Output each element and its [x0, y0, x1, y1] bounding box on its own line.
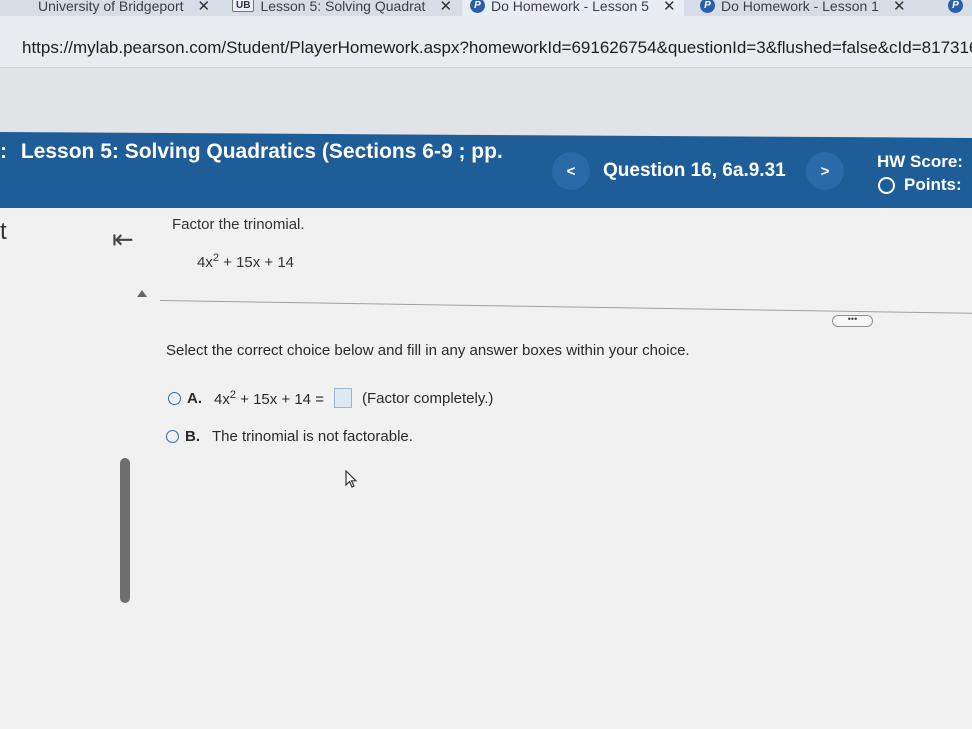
- browser-tab-5[interactable]: P: [948, 0, 963, 16]
- problem-prompt: Factor the trinomial.: [172, 216, 305, 233]
- pearson-logo-icon: P: [700, 0, 715, 13]
- chevron-right-icon: >: [820, 162, 830, 180]
- choice-a-note: (Factor completely.): [361, 389, 494, 407]
- choice-a-expr-tail: + 15x + 14 =: [235, 390, 324, 408]
- expression-lead: 4x: [197, 254, 213, 271]
- pearson-logo-icon: P: [470, 0, 485, 13]
- browser-tab-3-label: Do Homework - Lesson 5: [491, 0, 649, 14]
- browser-tab-2-label: Lesson 5: Solving Quadrat: [260, 0, 426, 14]
- next-question-button[interactable]: >: [806, 152, 844, 190]
- pearson-logo-icon: P: [948, 0, 963, 13]
- expression-tail: + 15x + 14: [218, 254, 295, 271]
- collapse-panel-icon[interactable]: ⇤: [112, 224, 134, 255]
- assignment-title-text: Lesson 5: Solving Quadratics (Sections 6…: [20, 140, 503, 163]
- progress-ring-icon: [878, 176, 895, 194]
- title-prefix: :: [0, 140, 7, 163]
- choice-a[interactable]: A. 4x2 + 15x + 14 = (Factor completely.): [168, 388, 493, 408]
- choice-a-expr-lead: 4x: [214, 390, 230, 408]
- answer-input-box[interactable]: [333, 388, 352, 408]
- choice-a-radio[interactable]: [168, 391, 181, 405]
- close-icon[interactable]: ✕: [198, 0, 211, 15]
- browser-tab-strip: University of Bridgeport ✕ UB Lesson 5: …: [0, 0, 972, 16]
- browser-tab-4[interactable]: P Do Homework - Lesson 1 ✕: [700, 0, 906, 16]
- browser-tab-1-label: University of Bridgeport: [38, 0, 184, 14]
- choice-a-expression: 4x2 + 15x + 14 =: [214, 389, 324, 408]
- close-icon[interactable]: ✕: [439, 0, 452, 15]
- chevron-left-icon: <: [566, 162, 576, 180]
- browser-tab-2[interactable]: UB Lesson 5: Solving Quadrat ✕: [232, 0, 452, 16]
- ub-logo-icon: UB: [232, 0, 255, 12]
- problem-expression: 4x2 + 15x + 14: [197, 252, 294, 271]
- previous-question-button[interactable]: <: [552, 152, 590, 190]
- choice-b-text: The trinomial is not factorable.: [212, 428, 413, 445]
- assignment-title: : Lesson 5: Solving Quadratics (Sections…: [0, 140, 503, 164]
- points-label: Points:: [904, 175, 962, 194]
- instruction-text: Select the correct choice below and fill…: [166, 342, 690, 359]
- mouse-pointer-icon: [345, 470, 358, 488]
- choice-b-radio[interactable]: [166, 430, 179, 443]
- question-label: Question 16, 6a.9.31: [603, 160, 786, 181]
- close-icon[interactable]: ✕: [893, 0, 906, 15]
- browser-tab-3[interactable]: P Do Homework - Lesson 5 ✕: [462, 0, 684, 16]
- points-row: Points:: [878, 175, 962, 195]
- close-icon[interactable]: ✕: [663, 0, 676, 15]
- scrollbar[interactable]: [120, 458, 130, 603]
- toolbar-band: [0, 68, 972, 138]
- hw-score-label: HW Score:: [877, 152, 963, 171]
- more-options-button[interactable]: •••: [832, 315, 873, 327]
- choice-a-letter: A.: [187, 389, 202, 407]
- choice-b[interactable]: B. The trinomial is not factorable.: [166, 428, 413, 445]
- question-content-area: [0, 208, 972, 729]
- browser-tab-1[interactable]: University of Bridgeport ✕: [38, 0, 210, 16]
- expand-arrow-icon[interactable]: [137, 290, 147, 297]
- sidebar-letter: t: [0, 218, 7, 245]
- address-bar[interactable]: https://mylab.pearson.com/Student/Player…: [0, 16, 972, 68]
- choice-b-letter: B.: [185, 428, 200, 445]
- url-text[interactable]: https://mylab.pearson.com/Student/Player…: [22, 38, 972, 58]
- browser-tab-4-label: Do Homework - Lesson 1: [721, 0, 879, 14]
